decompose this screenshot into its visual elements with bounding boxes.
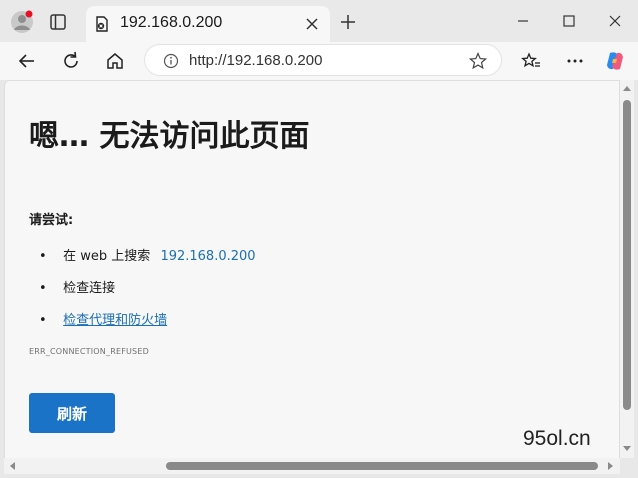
- star-icon[interactable]: [468, 51, 488, 70]
- vertical-scroll-thumb[interactable]: [623, 100, 631, 410]
- vertical-scrollbar[interactable]: [620, 80, 634, 458]
- refresh-button[interactable]: 刷新: [29, 393, 115, 433]
- close-icon[interactable]: [304, 16, 320, 32]
- scroll-up-icon[interactable]: [623, 86, 631, 91]
- copilot-icon[interactable]: [604, 50, 626, 72]
- bullet: •: [39, 313, 47, 328]
- try-label: 请尝试:: [29, 213, 74, 228]
- proxy-firewall-link[interactable]: 检查代理和防火墙: [63, 313, 167, 328]
- horizontal-scrollbar[interactable]: [4, 458, 620, 474]
- minimize-icon[interactable]: [512, 10, 534, 32]
- favorites-icon[interactable]: [520, 50, 542, 72]
- plus-icon[interactable]: [338, 12, 358, 32]
- horizontal-scroll-thumb[interactable]: [166, 462, 598, 470]
- window-close-icon[interactable]: [604, 10, 626, 32]
- watermark: 95ol.cn: [523, 427, 591, 450]
- error-page: 嗯… 无法访问此页面 请尝试: • 在 web 上搜索 192.168.0.20…: [4, 80, 620, 460]
- bullet: •: [39, 249, 47, 264]
- scroll-right-icon[interactable]: [608, 462, 613, 470]
- reload-icon[interactable]: [60, 50, 82, 72]
- active-tab[interactable]: 192.168.0.200: [86, 6, 330, 42]
- url-text[interactable]: http://192.168.0.200: [189, 52, 322, 69]
- page-title: 嗯… 无法访问此页面: [29, 119, 310, 154]
- list-item: • 检查代理和防火墙: [39, 309, 167, 328]
- profile-avatar-icon[interactable]: [10, 10, 34, 34]
- check-connection-text: 检查连接: [63, 281, 116, 296]
- scroll-down-icon[interactable]: [623, 446, 631, 451]
- info-icon[interactable]: [163, 53, 179, 69]
- list-item: • 检查连接: [39, 277, 115, 296]
- tab-strip: 192.168.0.200: [0, 0, 638, 42]
- list-item: • 在 web 上搜索 192.168.0.200: [39, 245, 256, 264]
- more-icon[interactable]: [564, 50, 586, 72]
- back-arrow-icon[interactable]: [16, 50, 38, 72]
- tab-actions-icon[interactable]: [46, 10, 70, 34]
- scroll-left-icon[interactable]: [10, 462, 15, 470]
- address-bar[interactable]: http://192.168.0.200: [144, 44, 502, 76]
- search-prefix: 在 web 上搜索: [63, 249, 151, 264]
- tab-title: 192.168.0.200: [120, 14, 223, 31]
- home-icon[interactable]: [104, 50, 126, 72]
- error-code: ERR_CONNECTION_REFUSED: [29, 347, 149, 356]
- search-link[interactable]: 192.168.0.200: [160, 249, 255, 264]
- toolbar: http://192.168.0.200: [0, 42, 638, 80]
- bullet: •: [39, 281, 47, 296]
- document-error-icon: [94, 16, 110, 32]
- maximize-icon[interactable]: [558, 10, 580, 32]
